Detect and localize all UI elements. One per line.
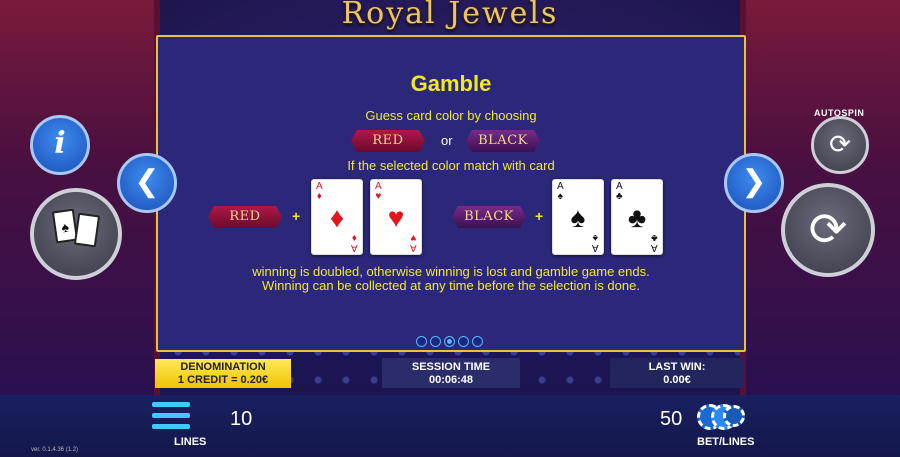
bet-lines-label: BET/LINES [697,436,755,448]
chevron-right-icon: ❯ [741,165,767,198]
game-title: Royal Jewels [341,0,559,31]
page-dot[interactable] [430,336,441,347]
condition-text: If the selected color match with card [347,158,555,173]
session-time-value: 00:06:48 [428,374,474,386]
card-rank: A ♦ [316,181,323,202]
plus-sign: + [535,208,544,224]
panel-heading: Gamble [410,71,492,96]
autospin-icon: ⟳ [829,129,851,159]
bet-chips-icon[interactable] [697,404,747,432]
card-ace-clubs: A ♣ ♣ A ♣ [611,179,663,255]
or-text: or [441,133,453,148]
result-line-1: winning is doubled, otherwise winning is… [252,264,650,279]
last-win-label: LAST WIN: [648,361,706,373]
page-dot[interactable] [458,336,469,347]
instruction-text: Guess card color by choosing [365,108,537,123]
black-example-label: BLACK [452,206,526,228]
lines-icon[interactable] [152,402,190,432]
page-dot[interactable] [472,336,483,347]
gamble-help-panel: Gamble Guess card color by choosing RED … [156,35,746,352]
card-blank-icon [73,212,101,248]
last-win-value: 0.00€ [663,374,691,386]
denomination-box[interactable]: DENOMINATION 1 CREDIT = 0.20€ [155,359,291,388]
last-win-box: LAST WIN: 0.00€ [610,358,744,388]
card-rank: A ♦ [351,232,358,253]
card-rank: A ♣ [616,181,623,202]
card-rank: A ♥ [375,181,382,202]
card-rank: A ♥ [410,232,417,253]
info-button[interactable]: i [30,115,90,175]
lines-value: 10 [230,408,253,430]
card-ace-hearts: A ♥ ♥ A ♥ [370,179,422,255]
spin-icon: ⟳ [808,203,848,255]
card-rank: A ♠ [592,232,599,253]
gamble-button[interactable]: ♠ [30,188,122,280]
red-example-label: RED [208,206,282,228]
black-choice-label: BLACK [466,130,540,152]
club-icon: ♣ [627,202,647,233]
page-dot-active[interactable] [444,336,455,347]
next-page-button[interactable]: ❯ [724,153,784,213]
lines-label: LINES [174,436,207,448]
result-line-2: Winning can be collected at any time bef… [262,278,640,293]
chevron-left-icon: ❮ [134,165,160,198]
card-rank: A ♠ [557,181,564,202]
info-icon: i [54,126,66,161]
session-time-box: SESSION TIME 00:06:48 [382,358,520,388]
bottom-bar [0,395,900,457]
card-ace-diamonds: A ♦ ♦ A ♦ [311,179,363,255]
page-indicator [416,336,483,347]
card-ace-spades: A ♠ ♠ A ♠ [552,179,604,255]
page-dot[interactable] [416,336,427,347]
bet-value: 50 [660,408,683,430]
spade-icon: ♠ [570,202,586,233]
denomination-value: 1 CREDIT = 0.20€ [177,374,269,386]
autospin-button[interactable]: ⟳ [811,116,869,174]
plus-sign: + [292,208,301,224]
session-time-label: SESSION TIME [411,361,491,373]
result-description: winning is doubled, otherwise winning is… [158,265,744,293]
card-rank: A ♣ [651,232,658,253]
version-text: ver. 0.1.4.36 (1.2) [31,447,79,453]
denomination-label: DENOMINATION [180,361,266,373]
spin-button[interactable]: ⟳ [781,183,875,277]
diamond-icon: ♦ [329,202,345,233]
heart-icon: ♥ [387,202,405,233]
red-choice-label: RED [351,130,425,152]
previous-page-button[interactable]: ❮ [117,153,177,213]
